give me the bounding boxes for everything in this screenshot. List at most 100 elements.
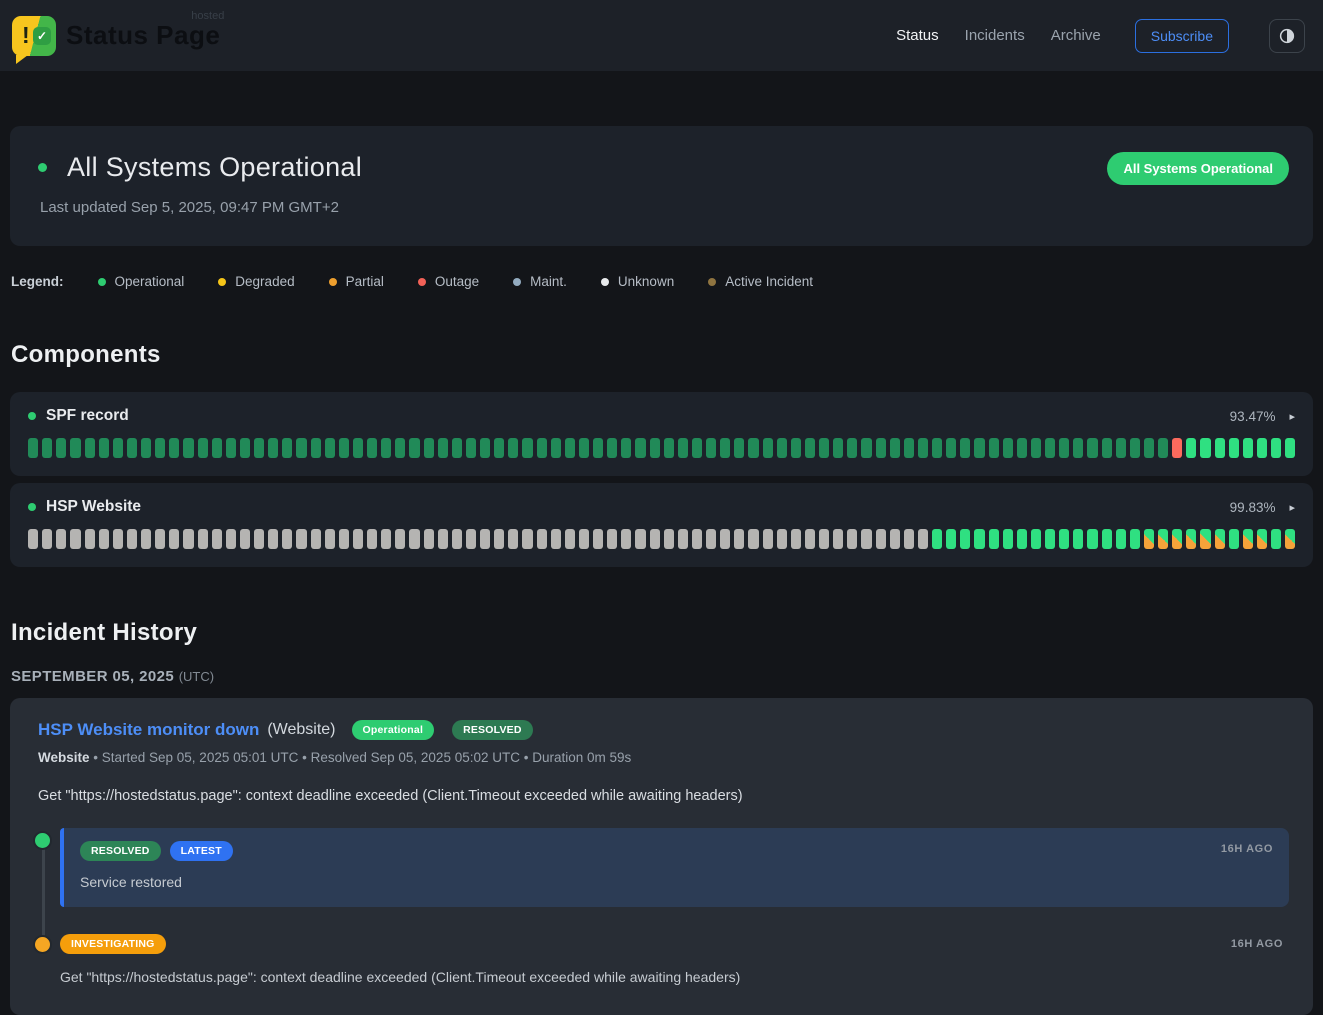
component-header[interactable]: HSP Website 99.83% ▸: [28, 498, 1295, 516]
expand-icon[interactable]: ▸: [1289, 410, 1295, 423]
uptime-bar-partial: [1200, 529, 1210, 549]
incident-component-name: (Website): [267, 721, 335, 739]
uptime-bar-dim: [522, 438, 532, 458]
uptime-bar-partial: [1215, 529, 1225, 549]
uptime-bar-operational: [1003, 529, 1013, 549]
legend-item-label: Partial: [346, 274, 384, 289]
uptime-bar-unknown: [367, 529, 377, 549]
uptime-bar-dim: [932, 438, 942, 458]
incident-description: Get "https://hostedstatus.page": context…: [38, 788, 1289, 804]
uptime-bar-unknown: [833, 529, 843, 549]
uptime-bar-dim: [734, 438, 744, 458]
uptime-bar-unknown: [70, 529, 80, 549]
expand-icon[interactable]: ▸: [1289, 501, 1295, 514]
incident-state-badge: RESOLVED: [452, 720, 533, 740]
last-updated-text: Last updated Sep 5, 2025, 09:47 PM GMT+2: [40, 199, 1289, 216]
nav-archive[interactable]: Archive: [1051, 27, 1101, 44]
update-time-ago: 16H AGO: [1231, 938, 1283, 950]
uptime-bar-unknown: [480, 529, 490, 549]
uptime-bar-unknown: [452, 529, 462, 549]
incident-meta-component: Website: [38, 750, 90, 765]
latest-update-box: RESOLVED LATEST 16H AGO Service restored: [60, 828, 1289, 907]
uptime-bar-dim: [127, 438, 137, 458]
unknown-dot-icon: [601, 278, 609, 286]
update-time-ago: 16H AGO: [1221, 843, 1273, 855]
uptime-bar-unknown: [918, 529, 928, 549]
uptime-bar-operational: [1215, 438, 1225, 458]
uptime-bar-unknown: [198, 529, 208, 549]
incident-card: HSP Website monitor down (Website) Opera…: [10, 698, 1313, 1015]
uptime-bar-dim: [805, 438, 815, 458]
uptime-bar-unknown: [296, 529, 306, 549]
uptime-bar-unknown: [395, 529, 405, 549]
uptime-bar-unknown: [748, 529, 758, 549]
uptime-bar-unknown: [565, 529, 575, 549]
uptime-bar-unknown: [438, 529, 448, 549]
uptime-bar-unknown: [240, 529, 250, 549]
incident-status-badge: Operational: [352, 720, 435, 740]
uptime-bar-unknown: [353, 529, 363, 549]
uptime-bar-dim: [99, 438, 109, 458]
uptime-bar-unknown: [720, 529, 730, 549]
outage-dot-icon: [418, 278, 426, 286]
uptime-bar-unknown: [325, 529, 335, 549]
incident-title-link[interactable]: HSP Website monitor down: [38, 720, 259, 740]
uptime-bar-unknown: [155, 529, 165, 549]
theme-toggle-button[interactable]: [1269, 19, 1305, 53]
uptime-bar-dim: [819, 438, 829, 458]
uptime-bar-operational: [1229, 529, 1239, 549]
degraded-dot-icon: [218, 278, 226, 286]
uptime-bar-unknown: [212, 529, 222, 549]
uptime-bar-operational: [1130, 529, 1140, 549]
legend-item-maint: Maint.: [513, 274, 567, 289]
uptime-bar-dim: [1003, 438, 1013, 458]
uptime-bar-dim: [579, 438, 589, 458]
uptime-bar-operational: [960, 529, 970, 549]
legend-item-partial: Partial: [329, 274, 384, 289]
nav-incidents[interactable]: Incidents: [965, 27, 1025, 44]
legend-item-label: Maint.: [530, 274, 567, 289]
uptime-bar-dim: [607, 438, 617, 458]
uptime-percentage: 99.83%: [1230, 500, 1276, 515]
uptime-bar-dim: [1017, 438, 1027, 458]
uptime-bar-unknown: [537, 529, 547, 549]
timeline-update-resolved: RESOLVED LATEST 16H AGO Service restored: [28, 828, 1289, 907]
uptime-bar-dim: [551, 438, 561, 458]
uptime-bar-dim: [1031, 438, 1041, 458]
uptime-bar-operational: [1243, 438, 1253, 458]
uptime-bar-dim: [692, 438, 702, 458]
uptime-bar-dim: [1130, 438, 1140, 458]
legend-label: Legend:: [11, 274, 64, 289]
subscribe-button[interactable]: Subscribe: [1135, 19, 1229, 53]
uptime-bar-unknown: [734, 529, 744, 549]
uptime-bar-dim: [763, 438, 773, 458]
uptime-bar-unknown: [28, 529, 38, 549]
uptime-bar-dim: [339, 438, 349, 458]
uptime-bar-unknown: [508, 529, 518, 549]
uptime-bar-unknown: [42, 529, 52, 549]
uptime-bar-unknown: [127, 529, 137, 549]
uptime-bar-operational: [1271, 529, 1281, 549]
uptime-bar-operational: [1045, 529, 1055, 549]
uptime-bar-unknown: [85, 529, 95, 549]
uptime-bar-unknown: [777, 529, 787, 549]
uptime-bar-dim: [748, 438, 758, 458]
uptime-bar-unknown: [706, 529, 716, 549]
uptime-bar-dim: [268, 438, 278, 458]
uptime-bar-dim: [678, 438, 688, 458]
brand-logo-icon: ! ✓: [12, 16, 56, 56]
uptime-bar-dim: [424, 438, 434, 458]
uptime-bar-unknown: [678, 529, 688, 549]
uptime-bar-unknown: [169, 529, 179, 549]
component-header[interactable]: SPF record 93.47% ▸: [28, 407, 1295, 425]
uptime-bar-unknown: [791, 529, 801, 549]
partial-dot-icon: [329, 278, 337, 286]
uptime-bar-dim: [537, 438, 547, 458]
legend-item-label: Active Incident: [725, 274, 813, 289]
uptime-bar-unknown: [113, 529, 123, 549]
uptime-bar-dim: [1116, 438, 1126, 458]
brand[interactable]: ! ✓ hosted Status Page: [12, 16, 220, 56]
uptime-bar-operational: [1102, 529, 1112, 549]
nav-status[interactable]: Status: [896, 27, 939, 44]
incident-history-heading: Incident History: [11, 619, 1313, 647]
